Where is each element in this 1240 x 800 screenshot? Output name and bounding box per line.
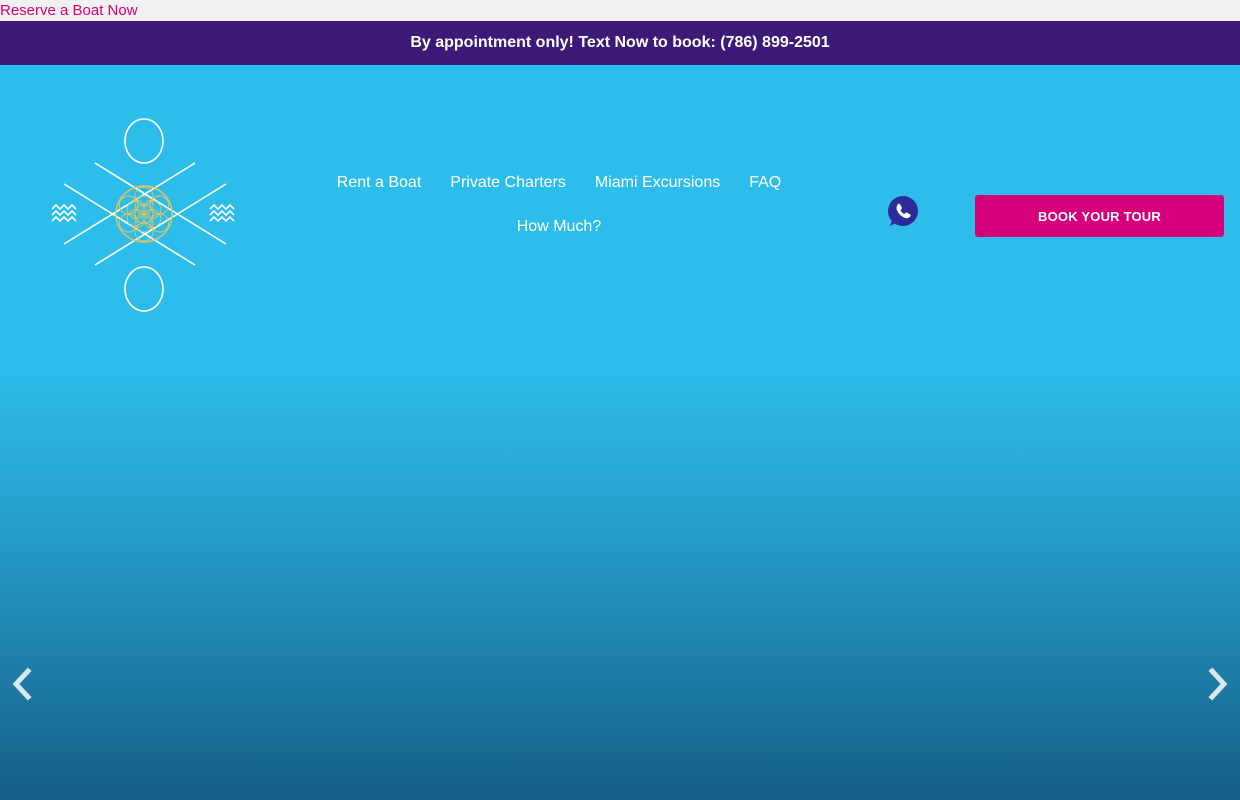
main-nav: Rent a Boat Private Charters Miami Excur…	[321, 171, 797, 239]
whatsapp-icon[interactable]	[886, 195, 920, 229]
nav-item-how-much[interactable]: How Much?	[502, 215, 615, 239]
hero-slider	[0, 365, 1240, 800]
flower-of-life-logo-icon[interactable]	[50, 117, 240, 313]
nav-item-rent-a-boat[interactable]: Rent a Boat	[322, 171, 436, 195]
nav-item-miami-excursions[interactable]: Miami Excursions	[580, 171, 734, 195]
chevron-left-icon[interactable]	[8, 665, 34, 703]
book-your-tour-button[interactable]: BOOK YOUR TOUR	[975, 195, 1224, 237]
reserve-boat-link[interactable]: Reserve a Boat Now	[0, 2, 138, 19]
announcement-bar: By appointment only! Text Now to book: (…	[0, 21, 1240, 65]
site-header: Rent a Boat Private Charters Miami Excur…	[0, 65, 1240, 365]
skip-bar: Reserve a Boat Now	[0, 0, 1240, 21]
chevron-right-icon[interactable]	[1206, 665, 1232, 703]
nav-item-private-charters[interactable]: Private Charters	[436, 171, 581, 195]
nav-item-faq[interactable]: FAQ	[735, 171, 796, 195]
announcement-text: By appointment only! Text Now to book: (…	[410, 34, 830, 51]
